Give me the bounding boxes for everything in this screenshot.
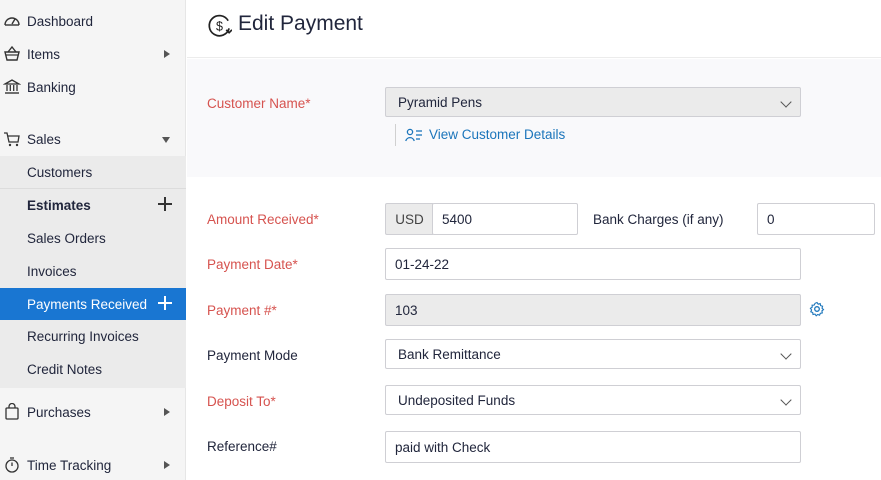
payment-date-label: Payment Date* xyxy=(207,257,298,272)
payment-icon: $ xyxy=(208,14,232,37)
sidebar-item-payments-received[interactable]: Payments Received xyxy=(0,288,186,320)
add-payment-icon[interactable] xyxy=(158,296,172,310)
customer-name-value: Pyramid Pens xyxy=(398,94,483,110)
sidebar-item-dashboard[interactable]: Dashboard xyxy=(0,5,186,37)
basket-icon xyxy=(4,45,20,61)
chevron-down-icon[interactable] xyxy=(162,137,170,143)
sidebar-item-purchases[interactable]: Purchases xyxy=(0,396,186,428)
link-label: View Customer Details xyxy=(429,127,566,142)
sidebar-item-label: Credit Notes xyxy=(27,361,103,377)
sidebar-item-sales[interactable]: Sales xyxy=(0,123,186,155)
bag-icon xyxy=(5,403,19,420)
cart-icon xyxy=(4,132,20,147)
deposit-to-label: Deposit To* xyxy=(207,394,276,409)
payment-date-input[interactable]: 01-24-22 xyxy=(385,248,801,280)
reference-value: paid with Check xyxy=(395,439,491,455)
customer-name-select[interactable]: Pyramid Pens xyxy=(385,87,801,117)
chevron-right-icon[interactable] xyxy=(164,50,170,58)
sales-submenu: Customers Estimates Sales Orders Invoice… xyxy=(0,156,186,388)
sidebar-item-label: Payments Received xyxy=(27,296,148,312)
payment-number-value: 103 xyxy=(395,302,418,318)
bank-charges-value: 0 xyxy=(767,211,775,227)
sidebar-item-label: Items xyxy=(27,46,61,62)
main-content: $ Edit Payment Customer Name* Pyramid Pe… xyxy=(187,0,881,480)
amount-received-value: 5400 xyxy=(442,211,473,227)
payment-mode-value: Bank Remittance xyxy=(398,346,501,362)
customer-panel xyxy=(187,59,881,177)
bank-icon xyxy=(3,79,21,94)
page-header: $ Edit Payment xyxy=(187,0,881,58)
bank-charges-label: Bank Charges (if any) xyxy=(593,212,724,227)
sidebar-item-items[interactable]: Items xyxy=(0,38,186,70)
app-window: Dashboard Items Banking Sales Customers … xyxy=(0,0,881,480)
amount-received-label: Amount Received* xyxy=(207,212,319,227)
sidebar-item-invoices[interactable]: Invoices xyxy=(0,255,186,287)
reference-label: Reference# xyxy=(207,439,277,454)
sidebar-item-label: Estimates xyxy=(27,197,91,213)
sidebar-item-recurring-invoices[interactable]: Recurring Invoices xyxy=(0,320,186,352)
payment-number-label: Payment #* xyxy=(207,303,277,318)
chevron-down-icon xyxy=(780,348,792,360)
page-title: Edit Payment xyxy=(238,12,363,35)
view-customer-details-link[interactable]: View Customer Details xyxy=(405,127,565,142)
currency-prefix: USD xyxy=(385,203,433,235)
chevron-down-icon xyxy=(780,96,792,108)
divider xyxy=(395,124,396,146)
payment-number-input[interactable]: 103 xyxy=(385,294,801,326)
chevron-down-icon xyxy=(780,394,792,406)
payment-date-value: 01-24-22 xyxy=(395,256,450,272)
sidebar-item-label: Invoices xyxy=(27,263,77,279)
gear-icon[interactable] xyxy=(809,301,825,317)
sidebar-item-label: Customers xyxy=(27,164,93,180)
sidebar-item-label: Time Tracking xyxy=(27,457,112,473)
sidebar-item-label: Banking xyxy=(27,79,76,95)
dashboard-icon xyxy=(4,17,20,26)
sidebar-item-label: Sales Orders xyxy=(27,230,106,246)
sidebar-item-estimates[interactable]: Estimates xyxy=(0,189,186,221)
stopwatch-icon xyxy=(5,457,19,473)
sidebar: Dashboard Items Banking Sales Customers … xyxy=(0,0,186,480)
sidebar-item-label: Recurring Invoices xyxy=(27,328,139,344)
sidebar-item-label: Dashboard xyxy=(27,13,94,29)
payment-mode-select[interactable]: Bank Remittance xyxy=(385,339,801,369)
customer-name-label: Customer Name* xyxy=(207,96,311,111)
sidebar-item-label: Purchases xyxy=(27,404,91,420)
currency-code: USD xyxy=(395,211,424,227)
reference-input[interactable]: paid with Check xyxy=(385,431,801,463)
deposit-to-select[interactable]: Undeposited Funds xyxy=(385,385,801,415)
chevron-right-icon[interactable] xyxy=(164,408,170,416)
add-estimate-icon[interactable] xyxy=(158,197,172,211)
sidebar-item-label: Sales xyxy=(27,131,61,147)
sidebar-item-credit-notes[interactable]: Credit Notes xyxy=(0,353,186,385)
chevron-right-icon[interactable] xyxy=(164,461,170,469)
sidebar-item-customers[interactable]: Customers xyxy=(0,156,186,188)
sidebar-item-banking[interactable]: Banking xyxy=(0,71,186,103)
bank-charges-input[interactable]: 0 xyxy=(757,203,875,235)
sidebar-item-time-tracking[interactable]: Time Tracking xyxy=(0,449,186,480)
amount-received-input[interactable]: 5400 xyxy=(432,203,578,235)
svg-text:$: $ xyxy=(216,19,223,33)
sidebar-item-sales-orders[interactable]: Sales Orders xyxy=(0,222,186,254)
deposit-to-value: Undeposited Funds xyxy=(398,392,516,408)
payment-mode-label: Payment Mode xyxy=(207,348,298,363)
customer-details-icon xyxy=(405,128,422,141)
